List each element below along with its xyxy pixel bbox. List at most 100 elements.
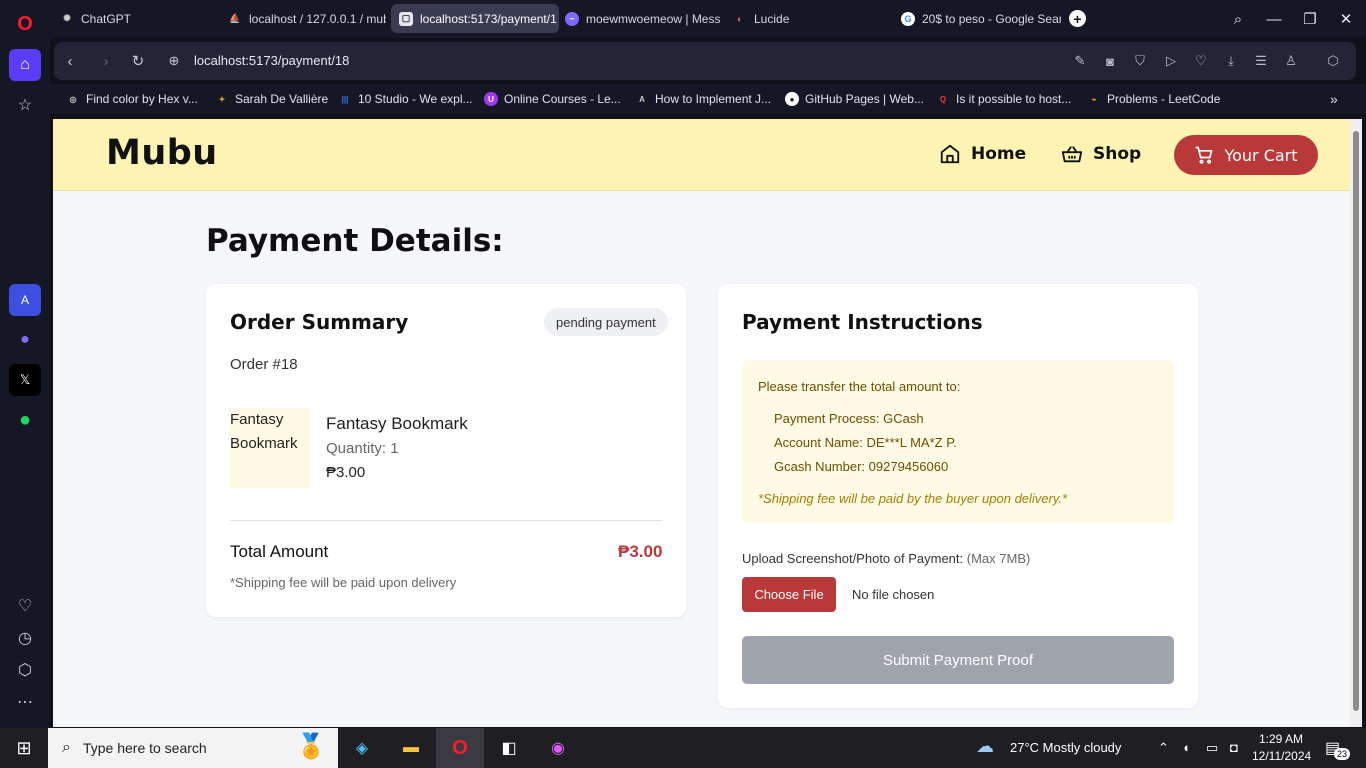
photos-icon[interactable]: ◉ [534,728,582,768]
extensions-icon[interactable]: ⬡ [1324,52,1342,70]
bookmark-item[interactable]: Q Is it possible to host... [936,90,1072,108]
close-icon[interactable]: ✕ [1335,8,1357,30]
color-picker-icon: ◎ [69,94,77,104]
play-icon[interactable]: ▷ [1162,52,1180,70]
product-price: ₱3.00 [326,464,366,481]
your-cart-button[interactable]: Your Cart [1174,135,1318,175]
messenger-icon: ~ [565,11,579,26]
notification-count: 23 [1334,748,1351,760]
nav-home-label: Home [971,144,1027,164]
nav-shop-label: Shop [1093,144,1142,164]
studio-icon: ||| [341,94,349,104]
bookmark-item[interactable]: U Online Courses - Le... [484,90,621,108]
angular-icon: A [639,94,645,104]
reload-icon[interactable]: ↻ [128,51,148,71]
messenger-icon[interactable]: ● [9,324,41,356]
network-icon[interactable]: ▭ [1206,740,1218,756]
tab-strip: ✺ ChatGPT ⛵ localhost / 127.0.0.1 / mub … [50,0,1366,38]
site-info-icon[interactable]: ⊕ [164,51,184,71]
tab-messenger[interactable]: ~ moewmwoemeow | Mess [557,4,725,33]
browser-sidebar: O ⌂ ☆ A ● 𝕏 ● ♡ ◷ ⬡ ⋯ [0,0,50,728]
scrollbar-thumb[interactable] [1353,131,1359,711]
bookmark-label: Find color by Hex v... [86,92,198,106]
nav-home[interactable]: Home [939,143,1026,165]
camera-icon[interactable]: ◙ [1101,52,1119,70]
spotify-icon[interactable]: ● [9,404,41,436]
file-explorer-icon[interactable]: ▬ [387,728,435,768]
bookmark-label: 10 Studio - We expl... [358,92,473,106]
history-icon[interactable]: ◷ [9,622,41,654]
bookmark-label: Sarah De Vallière [235,92,329,106]
clock-time[interactable]: 1:29 AM [1259,732,1303,746]
restore-icon[interactable]: ❐ [1299,8,1321,30]
tab-payment[interactable]: ▢ localhost:5173/payment/1 [391,4,559,33]
page-scrollbar[interactable] [1350,119,1362,727]
tab-phpmyadmin[interactable]: ⛵ localhost / 127.0.0.1 / mub [220,4,386,33]
bookmark-item[interactable]: ||| 10 Studio - We expl... [338,90,473,108]
home-icon[interactable]: ⌂ [9,49,41,81]
tray-chevron-icon[interactable]: ⌃ [1158,740,1169,756]
heart-icon[interactable]: ♡ [1192,52,1210,70]
bookmark-item[interactable]: A How to Implement J... [635,90,771,108]
windows-taskbar: ⊞ ⌕ Type here to search 🏅 ◈ ▬ O ◧ ◉ ☁ 27… [0,728,1366,768]
bookmarks-overflow-icon[interactable]: » [1330,90,1338,108]
edit-icon[interactable]: ✎ [1071,52,1089,70]
transfer-intro: Please transfer the total amount to: [758,379,961,394]
heart-icon[interactable]: ♡ [9,590,41,622]
volume-icon[interactable]: ◖ [1182,740,1190,755]
search-placeholder: Type here to search [82,740,207,756]
upload-label-text: Upload Screenshot/Photo of Payment: [742,551,964,566]
bookmark-label: GitHub Pages | Web... [805,92,924,106]
app-icon[interactable]: ◧ [485,728,533,768]
nav-shop[interactable]: Shop [1061,143,1141,165]
home-icon [940,144,960,164]
bookmark-item[interactable]: ✦ Sarah De Vallière [215,90,329,108]
forward-icon[interactable]: › [96,51,116,71]
bookmark-item[interactable]: ◎ Find color by Hex v... [66,90,198,108]
back-icon[interactable]: ‹ [60,51,80,71]
phpmyadmin-icon: ⛵ [229,13,241,23]
product-name: Fantasy Bookmark [326,414,468,433]
url-field[interactable]: localhost:5173/payment/18 [194,53,349,68]
bookmark-label: Problems - LeetCode [1107,92,1221,106]
site-logo[interactable]: Mubu [106,133,218,173]
easy-setup-icon[interactable]: ☰ [1252,52,1270,70]
order-number: Order #18 [230,356,298,373]
windows-start-icon[interactable]: ⊞ [0,728,48,768]
opera-icon[interactable]: O [436,728,484,768]
search-highlight-icon: 🏅 [296,733,326,760]
tab-lucide[interactable]: ◐ Lucide [725,4,893,33]
cube-icon[interactable]: ⬡ [9,654,41,686]
search-icon: ⌕ [62,739,71,756]
bookmark-label: Is it possible to host... [956,92,1072,106]
product-image: Fantasy Bookmark [230,408,310,488]
lucide-icon: ◐ [737,13,743,24]
shopping-basket-icon [1061,146,1083,163]
copilot-icon[interactable]: ◈ [338,728,386,768]
camera-tray-icon[interactable]: ◘ [1230,740,1238,755]
taskbar-search-input[interactable]: ⌕ Type here to search 🏅 [48,728,338,768]
weather-icon[interactable]: ☁ [976,736,994,757]
clock-date[interactable]: 12/11/2024 [1252,749,1311,763]
choose-file-button[interactable]: Choose File [742,577,836,612]
search-icon[interactable]: ⌕ [1227,8,1249,30]
new-tab-button[interactable]: + [1069,10,1086,27]
download-icon[interactable]: ⤓ [1222,52,1240,70]
more-icon[interactable]: ⋯ [9,686,41,718]
tab-google[interactable]: G 20$ to peso - Google Searc [893,4,1061,33]
shield-icon[interactable]: ⛉ [1131,52,1149,70]
opera-logo-icon[interactable]: O [9,8,41,40]
chatgpt-icon: ✺ [63,13,71,23]
profile-icon[interactable]: ♙ [1282,52,1300,70]
google-icon: G [901,11,915,26]
aria-icon[interactable]: A [9,284,41,316]
minimize-icon[interactable]: — [1263,8,1285,30]
x-twitter-icon[interactable]: 𝕏 [9,364,41,396]
order-summary-card: Order Summary pending payment Order #18 … [206,284,686,617]
tab-chatgpt[interactable]: ✺ ChatGPT [52,4,218,33]
submit-payment-proof-button[interactable]: Submit Payment Proof [742,636,1174,684]
bookmark-item[interactable]: ⌁ Problems - LeetCode [1087,90,1221,108]
weather-text[interactable]: 27°C Mostly cloudy [1010,740,1121,755]
bookmark-item[interactable]: ● GitHub Pages | Web... [785,90,924,108]
star-icon[interactable]: ☆ [9,89,41,121]
